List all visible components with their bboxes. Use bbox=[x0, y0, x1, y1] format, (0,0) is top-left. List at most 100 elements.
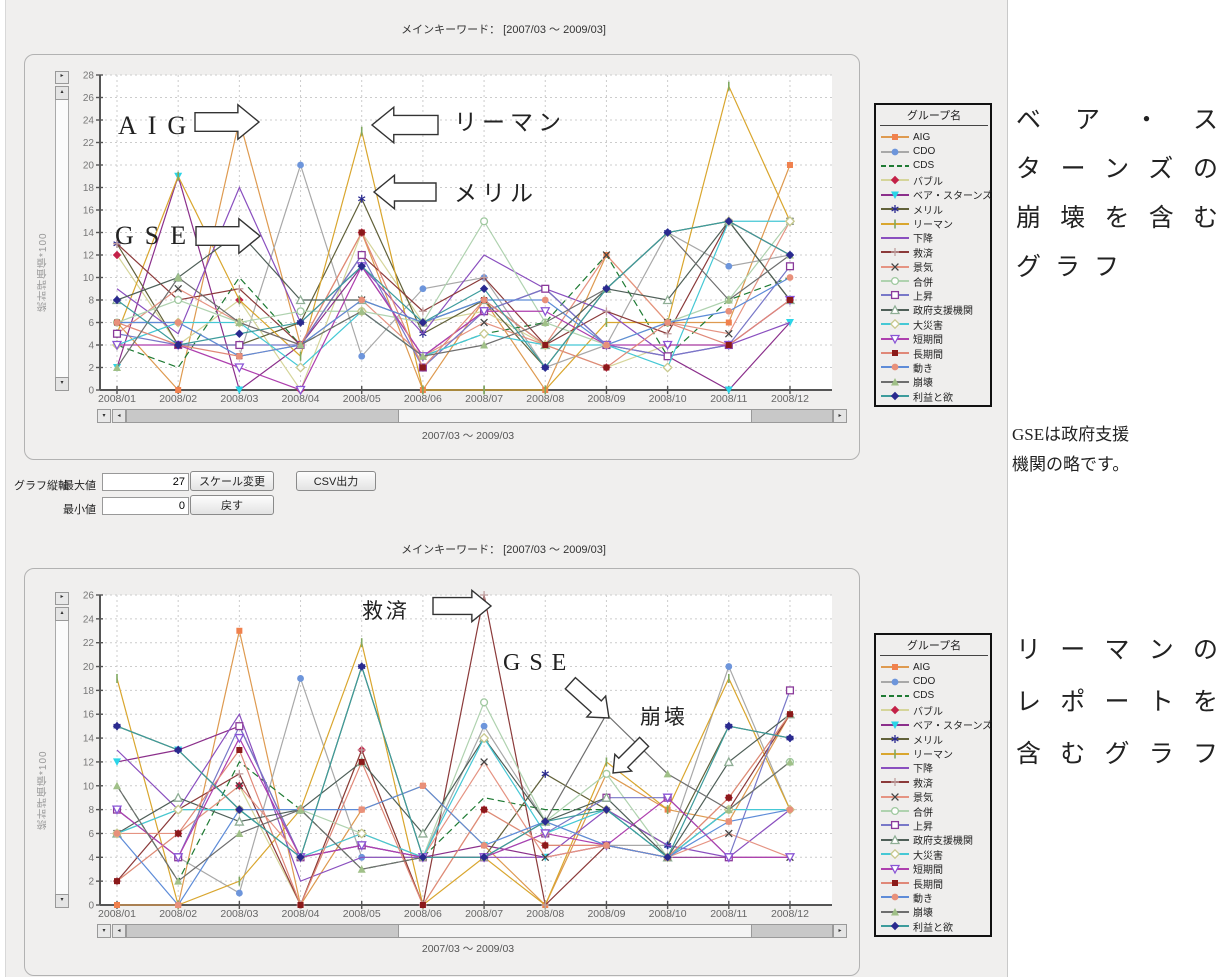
svg-text:2008/04: 2008/04 bbox=[282, 908, 320, 920]
bottom-vertical-scrollbar: ▸ ▴ ▾ bbox=[55, 592, 69, 908]
svg-text:10: 10 bbox=[83, 273, 95, 284]
top-vscroll-track[interactable] bbox=[55, 100, 69, 377]
note-line: ターンズの bbox=[1016, 145, 1218, 194]
svg-text:2008/12: 2008/12 bbox=[771, 908, 809, 920]
bottom-hscroll-left-button[interactable]: ◂ bbox=[112, 924, 126, 938]
svg-text:22: 22 bbox=[83, 138, 95, 149]
chart-annotation: AIG bbox=[118, 111, 197, 140]
legend-item-label: 大災害 bbox=[913, 847, 943, 862]
axis-controls: グラフ縦軸 最大値 スケール変更 CSV出力 最小値 戻す bbox=[0, 462, 860, 522]
legend-marker-icon bbox=[880, 676, 910, 688]
svg-text:0: 0 bbox=[88, 901, 94, 912]
note-bear-stearns: ベア・ス ターンズの 崩壊を含む グラフ bbox=[1016, 96, 1218, 292]
legend-marker-icon bbox=[880, 791, 910, 803]
svg-text:2008/03: 2008/03 bbox=[220, 908, 258, 920]
legend-item-0: AIG bbox=[880, 660, 990, 674]
svg-text:2008/08: 2008/08 bbox=[526, 393, 564, 405]
legend-item-label: 崩壊 bbox=[913, 904, 933, 919]
legend-item-label: CDS bbox=[913, 160, 934, 171]
legend-item-label: 上昇 bbox=[913, 288, 933, 303]
legend-item-18: 利益と欲 bbox=[880, 389, 990, 403]
legend-item-label: メリル bbox=[913, 732, 943, 747]
svg-text:20: 20 bbox=[83, 662, 95, 673]
svg-text:24: 24 bbox=[83, 116, 95, 127]
legend-marker-icon bbox=[880, 146, 910, 158]
svg-text:12: 12 bbox=[83, 757, 95, 768]
legend-marker-icon bbox=[880, 203, 910, 215]
scale-change-button[interactable]: スケール変更 bbox=[190, 471, 274, 491]
svg-text:16: 16 bbox=[83, 710, 95, 721]
top-vertical-scrollbar: ▸ ▴ ▾ bbox=[55, 71, 69, 391]
top-vscroll-down-button[interactable]: ▾ bbox=[55, 377, 69, 391]
note-gse-abbreviation: GSEは政府支援 機関の略です。 bbox=[1012, 420, 1226, 480]
max-value-input[interactable] bbox=[102, 473, 189, 491]
bottom-legend-title: グループ名 bbox=[880, 637, 988, 656]
note-line: 含むグラフ bbox=[1016, 729, 1218, 781]
reset-button[interactable]: 戻す bbox=[190, 495, 274, 515]
top-legend: グループ名 AIGCDOCDSバブルベア・スターンズメリルリーマン下降救済景気合… bbox=[874, 103, 992, 407]
bottom-hscroll-thumb-right[interactable] bbox=[751, 924, 833, 938]
top-hscroll-thumb-right[interactable] bbox=[751, 409, 833, 423]
legend-item-label: 短期間 bbox=[913, 331, 943, 346]
legend-item-label: メリル bbox=[913, 202, 943, 217]
min-value-input[interactable] bbox=[102, 497, 189, 515]
bottom-hscroll-mini-button[interactable]: ▾ bbox=[97, 924, 111, 938]
legend-item-17: 崩壊 bbox=[880, 905, 990, 919]
svg-text:2008/06: 2008/06 bbox=[404, 908, 442, 920]
legend-item-label: CDS bbox=[913, 690, 934, 701]
bottom-vscroll-up-button[interactable]: ▴ bbox=[55, 607, 69, 621]
top-hscroll-mini-button[interactable]: ▾ bbox=[97, 409, 111, 423]
legend-item-11: 上昇 bbox=[880, 818, 990, 832]
bottom-hscroll-right-button[interactable]: ▸ bbox=[833, 924, 847, 938]
top-vscroll-up-button[interactable]: ▴ bbox=[55, 86, 69, 100]
bottom-hscroll-track[interactable] bbox=[399, 924, 751, 938]
top-legend-title: グループ名 bbox=[880, 107, 988, 126]
legend-item-1: CDO bbox=[880, 144, 990, 158]
legend-item-label: 合併 bbox=[913, 274, 933, 289]
bottom-legend: グループ名 AIGCDOCDSバブルベア・スターンズメリルリーマン下降救済景気合… bbox=[874, 633, 992, 937]
legend-item-label: 利益と欲 bbox=[913, 919, 953, 934]
chart-annotation: GSE bbox=[503, 650, 575, 676]
bottom-vscroll-track[interactable] bbox=[55, 621, 69, 894]
app-root: メインキーワード： [2007/03 ～ 2009/03] 統計評価値*100 … bbox=[0, 0, 1230, 977]
bottom-hscroll-thumb-left[interactable] bbox=[126, 924, 399, 938]
legend-marker-icon bbox=[880, 748, 910, 760]
top-hscroll-track[interactable] bbox=[399, 409, 751, 423]
legend-marker-icon bbox=[880, 834, 910, 846]
legend-item-label: 救済 bbox=[913, 245, 933, 260]
csv-export-button[interactable]: CSV出力 bbox=[296, 471, 376, 491]
legend-item-3: バブル bbox=[880, 703, 990, 717]
svg-text:16: 16 bbox=[83, 206, 95, 217]
top-hscroll-left-button[interactable]: ◂ bbox=[112, 409, 126, 423]
svg-text:2008/06: 2008/06 bbox=[404, 393, 442, 405]
side-notes-column: ベア・ス ターンズの 崩壊を含む グラフ GSEは政府支援 機関の略です。 リー… bbox=[1008, 0, 1230, 977]
legend-item-label: AIG bbox=[913, 662, 930, 673]
svg-text:2008/08: 2008/08 bbox=[526, 908, 564, 920]
legend-marker-icon bbox=[880, 232, 910, 244]
note-line: 崩壊を含む bbox=[1016, 194, 1218, 243]
legend-item-label: 救済 bbox=[913, 775, 933, 790]
legend-item-label: 景気 bbox=[913, 789, 933, 804]
top-hscroll-thumb-left[interactable] bbox=[126, 409, 399, 423]
svg-text:4: 4 bbox=[88, 853, 94, 864]
top-vscroll-mini-button[interactable]: ▸ bbox=[55, 71, 69, 84]
legend-item-label: 崩壊 bbox=[913, 374, 933, 389]
chart-annotation: リーマン bbox=[454, 110, 566, 135]
legend-marker-icon bbox=[880, 762, 910, 774]
legend-marker-icon bbox=[880, 661, 910, 673]
legend-item-label: 合併 bbox=[913, 804, 933, 819]
legend-item-6: リーマン bbox=[880, 216, 990, 230]
max-value-label: 最大値 bbox=[63, 477, 96, 493]
main-area: メインキーワード： [2007/03 ～ 2009/03] 統計評価値*100 … bbox=[0, 0, 1008, 977]
legend-item-label: 大災害 bbox=[913, 317, 943, 332]
top-hscroll-right-button[interactable]: ▸ bbox=[833, 409, 847, 423]
legend-item-13: 大災害 bbox=[880, 847, 990, 861]
svg-text:12: 12 bbox=[83, 251, 95, 262]
svg-text:2008/05: 2008/05 bbox=[343, 393, 381, 405]
bottom-vscroll-mini-button[interactable]: ▸ bbox=[55, 592, 69, 605]
svg-text:20: 20 bbox=[83, 161, 95, 172]
legend-item-label: 利益と欲 bbox=[913, 389, 953, 404]
bottom-vscroll-down-button[interactable]: ▾ bbox=[55, 894, 69, 908]
svg-text:18: 18 bbox=[83, 686, 95, 697]
legend-item-label: リーマン bbox=[913, 746, 953, 761]
